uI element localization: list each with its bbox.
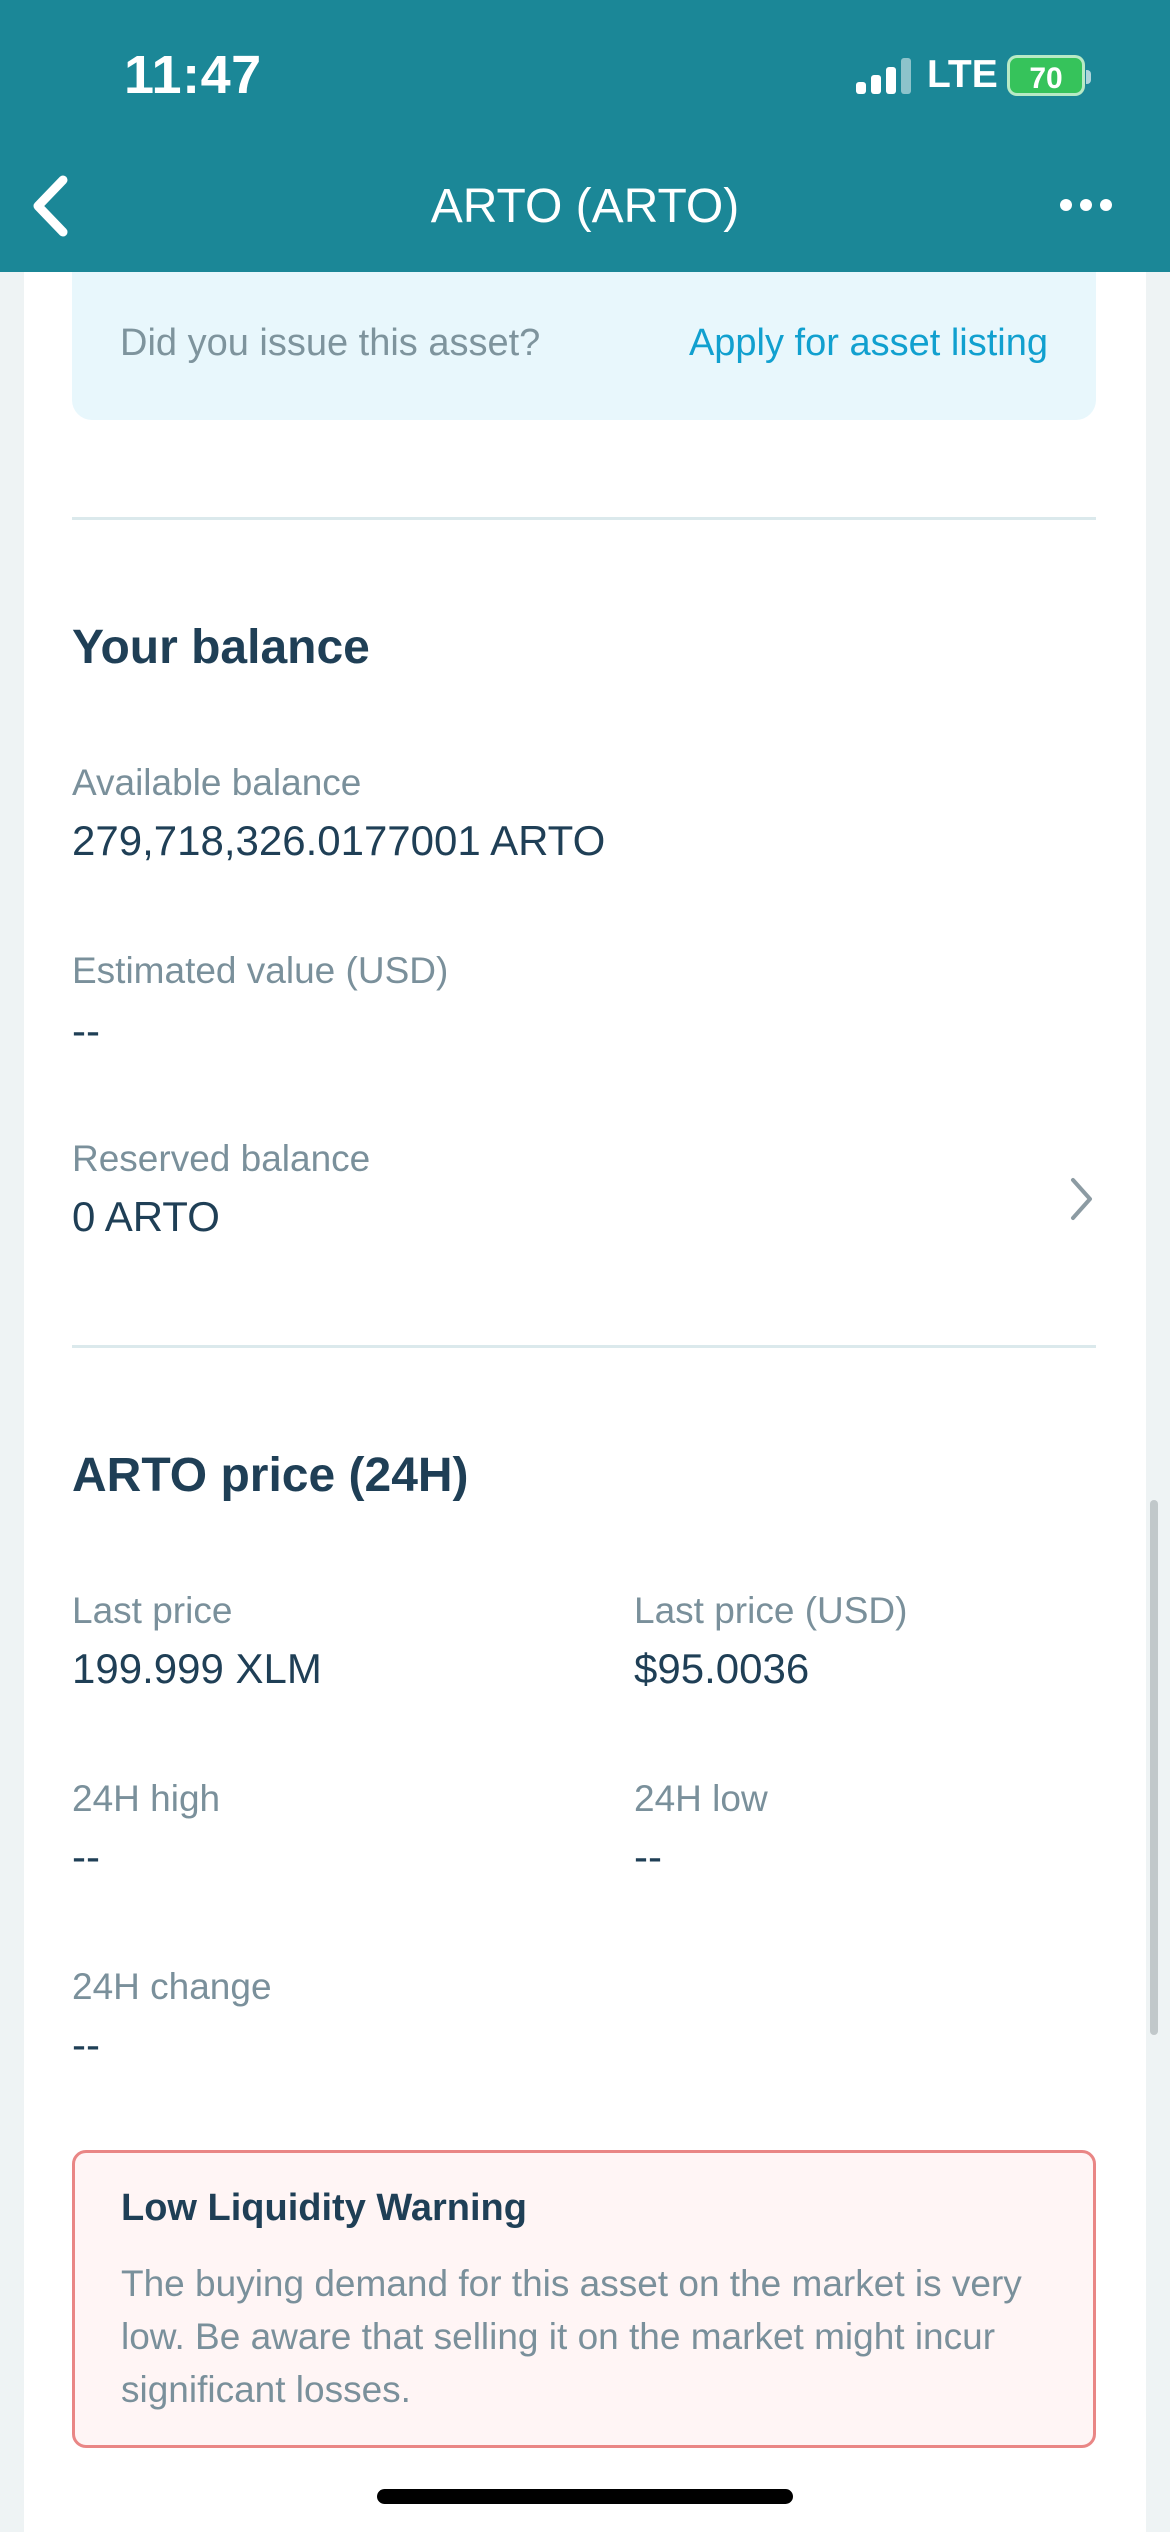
warning-title: Low Liquidity Warning [121,2187,527,2229]
section-divider [72,1345,1096,1348]
estimated-value-label: Estimated value (USD) [72,950,449,991]
apply-for-asset-listing-link[interactable]: Apply for asset listing [689,322,1048,365]
vertical-scrollbar[interactable] [1150,1500,1158,2035]
reserved-balance-row[interactable]: Reserved balance 0 ARTO [72,1125,1096,1275]
signal-bar [886,67,896,94]
asset-details-content: Did you issue this asset? Apply for asse… [24,270,1146,2532]
back-button[interactable] [18,170,82,242]
asset-listing-banner: Did you issue this asset? Apply for asse… [72,270,1096,420]
reserved-balance-value: 0 ARTO [72,1193,220,1240]
asset-detail-screen: 11:47 LTE 70 ARTO (ARTO) Did you issue t… [0,0,1170,2532]
network-type: LTE [927,53,998,96]
signal-bar [856,82,866,94]
last-price-value: 199.999 XLM [72,1645,322,1692]
high-24h-label: 24H high [72,1778,221,1819]
battery-icon: 70 [1007,55,1091,96]
section-divider [72,517,1096,520]
status-time: 11:47 [124,45,262,105]
available-balance-value: 279,718,326.0177001 ARTO [72,817,606,864]
asset-issuer-question: Did you issue this asset? [120,322,541,364]
low-24h-label: 24H low [634,1778,768,1819]
low-24h-value: -- [634,1833,662,1880]
signal-bar [901,58,911,94]
warning-message: The buying demand for this asset on the … [121,2263,1022,2410]
low-liquidity-warning: Low Liquidity Warning The buying demand … [72,2150,1096,2448]
cellular-signal-icon [856,58,912,94]
chevron-right-icon [1071,1178,1092,1220]
page-title: ARTO (ARTO) [430,180,740,233]
balance-heading: Your balance [72,621,370,674]
reserved-balance-label: Reserved balance [72,1138,371,1179]
chevron-left-icon [33,175,68,237]
estimated-value: -- [72,1007,100,1054]
change-24h-value: -- [72,2021,100,2068]
top-navigation-bar: 11:47 LTE 70 ARTO (ARTO) [0,0,1170,272]
signal-bar [871,75,881,94]
available-balance-label: Available balance [72,762,362,803]
last-price-label: Last price [72,1590,233,1631]
home-indicator[interactable] [377,2489,793,2504]
change-24h-label: 24H change [72,1966,272,2007]
more-horizontal-icon [1060,199,1112,211]
last-price-usd-value: $95.0036 [634,1645,810,1692]
last-price-usd-label: Last price (USD) [634,1590,908,1631]
more-options-button[interactable] [1050,178,1122,232]
price-heading: ARTO price (24H) [72,1449,469,1502]
battery-level: 70 [1029,62,1063,95]
high-24h-value: -- [72,1833,100,1880]
